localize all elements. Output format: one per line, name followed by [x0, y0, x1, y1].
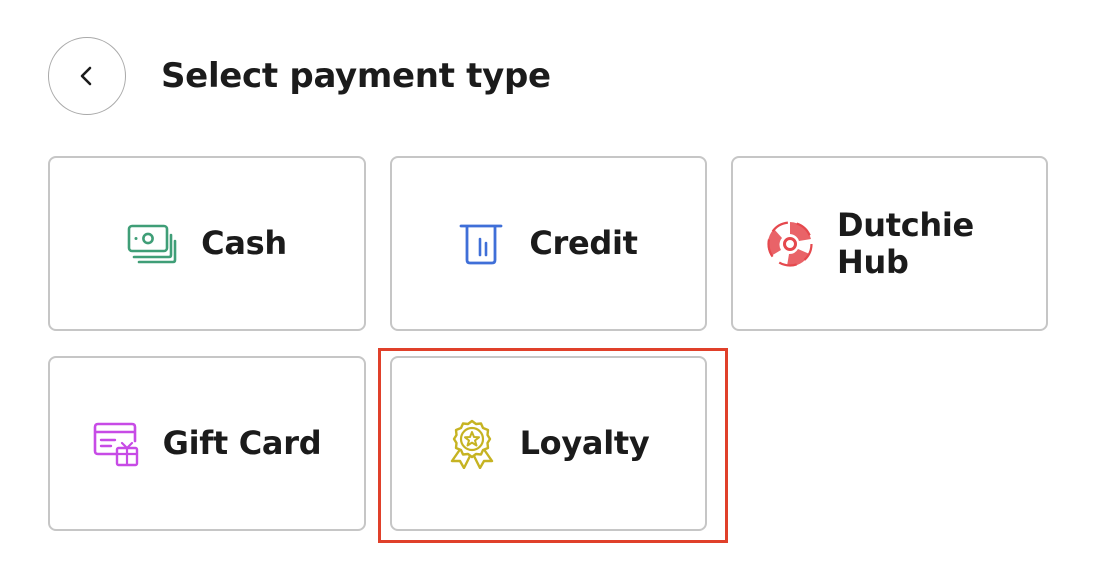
- page-title: Select payment type: [161, 56, 551, 96]
- payment-option-label: Loyalty: [519, 424, 650, 462]
- gift-card-icon: [93, 421, 139, 467]
- payment-option-label: Credit: [529, 224, 638, 262]
- card-reader-icon: [459, 223, 503, 265]
- payment-option-label: Cash: [201, 224, 287, 262]
- payment-option-cash[interactable]: Cash: [48, 156, 366, 331]
- payment-option-label: Gift Card: [162, 424, 322, 462]
- cash-icon: [127, 224, 177, 264]
- payment-option-label: Dutchie Hub: [837, 205, 974, 281]
- chevron-left-icon: [80, 66, 92, 86]
- payment-type-page: Select payment type Cash Credit Dutchie …: [0, 0, 1120, 576]
- payment-option-credit[interactable]: Credit: [390, 156, 707, 331]
- payment-option-gift-card[interactable]: Gift Card: [48, 356, 366, 531]
- payment-option-loyalty[interactable]: Loyalty: [390, 356, 707, 531]
- dutchie-hub-icon: [765, 219, 815, 269]
- payment-option-dutchie-hub[interactable]: Dutchie Hub: [731, 156, 1048, 331]
- loyalty-badge-icon: [448, 419, 496, 469]
- back-button[interactable]: [48, 37, 126, 115]
